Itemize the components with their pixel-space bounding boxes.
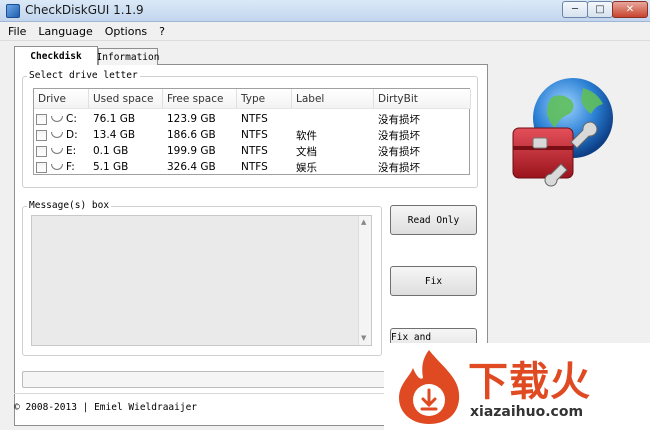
table-row[interactable]: F:	[36, 159, 75, 175]
drive-list[interactable]: Drive Used space Free space Type Label D…	[33, 88, 471, 175]
fs-type: NTFS	[241, 129, 268, 141]
drive-checkbox[interactable]	[36, 113, 47, 125]
menu-help[interactable]: ?	[159, 25, 165, 38]
dirty-bit: 没有损坏	[378, 145, 420, 158]
drive-group-title: Select drive letter	[27, 70, 140, 81]
table-row[interactable]: C:	[36, 111, 77, 127]
window-title: CheckDiskGUI 1.1.9	[25, 3, 144, 17]
drive-checkbox[interactable]	[36, 129, 47, 141]
fix-button[interactable]: Fix	[390, 266, 477, 296]
menu-bar: File Language Options ?	[0, 22, 650, 41]
free-space: 199.9 GB	[167, 145, 216, 157]
drive-letter: F:	[66, 161, 75, 173]
volume-label: 软件	[296, 129, 317, 142]
flame-logo-icon	[399, 350, 460, 424]
tab-checkdisk[interactable]: Checkdisk	[14, 46, 98, 65]
scroll-up-icon[interactable]: ▲	[361, 218, 366, 226]
drive-icon	[51, 132, 63, 138]
close-button[interactable]: ✕	[612, 1, 648, 18]
fs-type: NTFS	[241, 145, 268, 157]
table-row[interactable]: D:	[36, 127, 78, 143]
fs-type: NTFS	[241, 113, 268, 125]
dirty-bit: 没有损坏	[378, 129, 420, 142]
copyright-text: © 2008-2013 | Emiel Wieldraaijer	[14, 402, 198, 413]
minimize-button[interactable]: ─	[562, 1, 588, 18]
watermark-brand: 下载火	[468, 359, 591, 405]
read-only-button[interactable]: Read Only	[390, 205, 477, 235]
drive-letter: C:	[66, 113, 77, 125]
table-row[interactable]: E:	[36, 143, 76, 159]
volume-label: 娱乐	[296, 161, 317, 174]
used-space: 76.1 GB	[93, 113, 136, 125]
free-space: 326.4 GB	[167, 161, 216, 173]
message-scrollbar[interactable]: ▲ ▼	[358, 216, 371, 345]
column-header-used[interactable]: Used space	[89, 89, 163, 109]
drive-checkbox[interactable]	[36, 161, 47, 173]
menu-file[interactable]: File	[8, 25, 26, 38]
message-group-title: Message(s) box	[27, 200, 112, 211]
globe-toolbox-icon	[512, 78, 613, 187]
menu-language[interactable]: Language	[38, 25, 92, 38]
drive-letter: D:	[66, 129, 78, 141]
fs-type: NTFS	[241, 161, 268, 173]
app-icon	[6, 4, 20, 18]
free-space: 123.9 GB	[167, 113, 216, 125]
dirty-bit: 没有损坏	[378, 113, 420, 126]
used-space: 13.4 GB	[93, 129, 136, 141]
free-space: 186.6 GB	[167, 129, 216, 141]
message-box[interactable]	[31, 215, 372, 346]
drive-letter: E:	[66, 145, 77, 157]
drive-checkbox[interactable]	[36, 145, 47, 157]
drive-icon	[51, 164, 63, 170]
watermark-url: xiazaihuo.com	[470, 404, 584, 420]
drive-icon	[51, 116, 63, 122]
column-header-free[interactable]: Free space	[163, 89, 237, 109]
column-header-dirtybit[interactable]: DirtyBit	[374, 89, 471, 109]
column-header-type[interactable]: Type	[237, 89, 292, 109]
tab-information[interactable]: Information	[97, 48, 159, 65]
volume-label: 文档	[296, 145, 317, 158]
dirty-bit: 没有损坏	[378, 161, 420, 174]
scroll-down-icon[interactable]: ▼	[361, 334, 366, 342]
column-header-label[interactable]: Label	[292, 89, 374, 109]
maximize-button[interactable]: □	[587, 1, 613, 18]
column-header-drive[interactable]: Drive	[34, 89, 89, 109]
used-space: 5.1 GB	[93, 161, 129, 173]
menu-options[interactable]: Options	[105, 25, 147, 38]
used-space: 0.1 GB	[93, 145, 129, 157]
drive-icon	[51, 148, 63, 154]
